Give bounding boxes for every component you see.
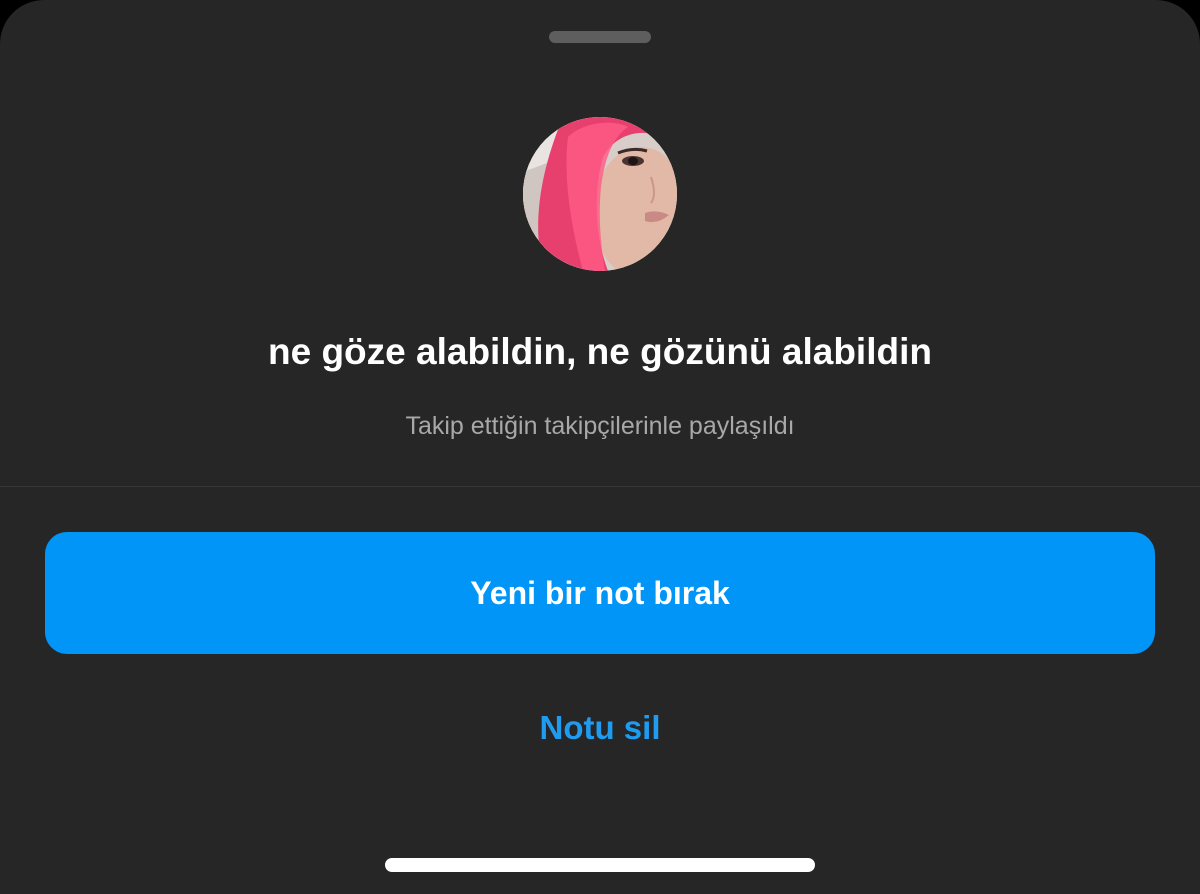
bottom-sheet: ne göze alabildin, ne gözünü alabildin T…: [0, 0, 1200, 894]
leave-new-note-label: Yeni bir not bırak: [470, 574, 730, 611]
leave-new-note-button[interactable]: Yeni bir not bırak: [45, 532, 1155, 654]
profile-avatar: [523, 117, 677, 271]
delete-note-label: Notu sil: [539, 709, 661, 746]
avatar-photo-icon: [523, 117, 677, 271]
divider: [0, 486, 1200, 487]
delete-note-button[interactable]: Notu sil: [450, 700, 750, 756]
note-text: ne göze alabildin, ne gözünü alabildin: [268, 331, 932, 372]
sheet-grab-handle[interactable]: [549, 31, 651, 43]
audience-label: Takip ettiğin takipçilerinle paylaşıldı: [405, 412, 795, 440]
home-indicator: [385, 858, 815, 872]
